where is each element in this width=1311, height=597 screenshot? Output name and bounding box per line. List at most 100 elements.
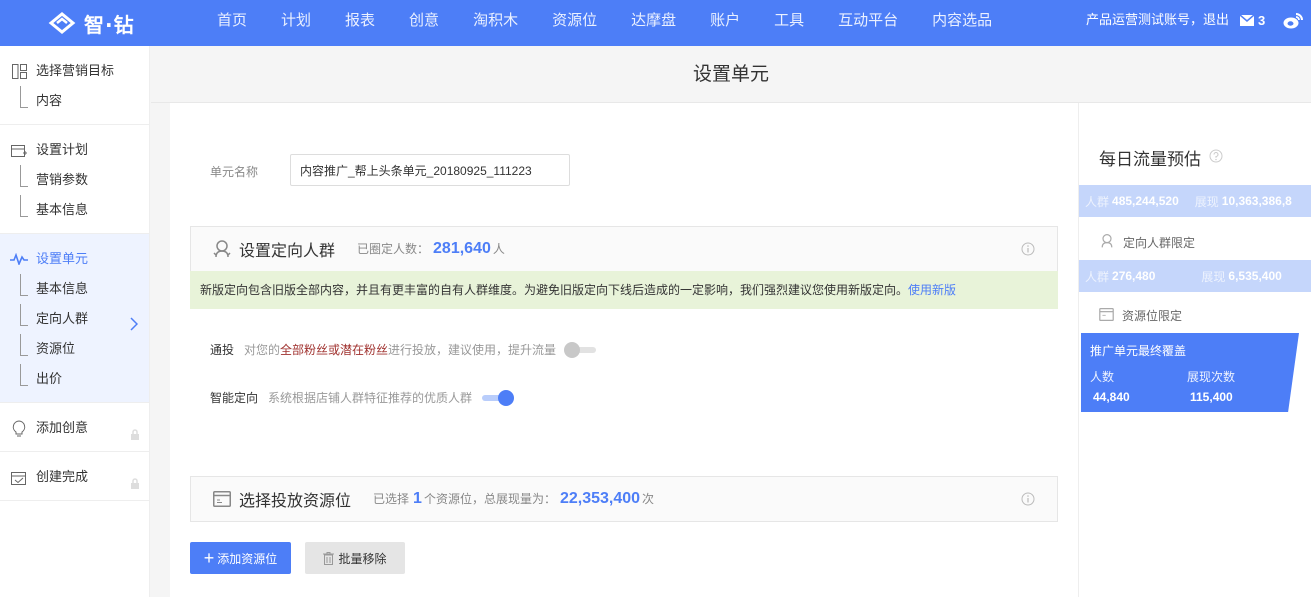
sidebar-subitem-label: 定向人群	[36, 311, 89, 326]
sidebar-subitem-plan-basic-info[interactable]: 基本信息	[0, 195, 149, 225]
sidebar-group-complete: 创建完成	[0, 452, 149, 501]
smart-toggle[interactable]	[482, 389, 515, 406]
final-coverage-card: 推广单元最终覆盖 人数 展现次数 44,840 115,400	[1081, 333, 1299, 412]
stat-label: 人群	[1085, 269, 1110, 284]
nav-item-account[interactable]: 账户	[693, 0, 757, 46]
sidebar-item-marketing-goal[interactable]: 选择营销目标	[0, 56, 149, 86]
bulb-icon	[10, 419, 28, 437]
stat-value: 485,244,520	[1112, 194, 1179, 208]
sidebar-group-marketing-goal: 选择营销目标 内容	[0, 46, 149, 125]
account-logout-link[interactable]: 产品运营测试账号，退出	[1086, 0, 1229, 46]
mail-button[interactable]: 3	[1240, 13, 1265, 28]
stat-label: 展现	[1194, 194, 1219, 209]
add-placement-button[interactable]: + 添加资源位	[190, 542, 291, 574]
mail-count: 3	[1258, 13, 1266, 28]
plan-icon	[10, 141, 28, 159]
placement-selected-count: 1	[413, 490, 422, 507]
question-icon[interactable]	[1209, 148, 1223, 168]
sidebar-item-label: 添加创意	[36, 420, 89, 435]
nav-item-interactive[interactable]: 互动平台	[821, 0, 915, 46]
unit-name-input[interactable]	[290, 154, 570, 186]
option-description: 系统根据店铺人群特征推荐的优质人群	[268, 391, 473, 405]
sidebar-subitem-placement[interactable]: 资源位	[0, 334, 149, 364]
sidebar-subitem-targeting[interactable]: 定向人群	[0, 304, 149, 334]
sidebar-group-creative: 添加创意	[0, 403, 149, 452]
general-toggle[interactable]	[564, 341, 597, 358]
sidebar-item-plan[interactable]: 设置计划	[0, 135, 149, 165]
option-description: 对您的全部粉丝或潜在粉丝进行投放，建议使用，提升流量	[244, 341, 556, 358]
stat-label: 人群	[1085, 194, 1110, 209]
placement-icon	[1099, 307, 1114, 324]
sidebar-item-complete[interactable]: 创建完成	[0, 462, 149, 492]
batch-remove-button[interactable]: 批量移除	[305, 542, 405, 574]
placement-selected-unit: 个资源位，总展现量为：	[423, 492, 556, 506]
sidebar-item-label: 创建完成	[36, 469, 89, 484]
logo-text: 智·钻	[84, 12, 135, 37]
option-general: 通投 对您的全部粉丝或潜在粉丝进行投放，建议使用，提升流量	[210, 341, 597, 358]
sidebar-subitem-marketing-params[interactable]: 营销参数	[0, 165, 149, 195]
notice-text: 新版定向包含旧版全部内容，并且有更丰富的自有人群维度。为避免旧版定向下线后造成的…	[200, 283, 909, 297]
nav-item-creative[interactable]: 创意	[392, 0, 456, 46]
sidebar-group-unit: 设置单元 基本信息 定向人群 资源位 出价	[0, 234, 149, 403]
placement-impressions-unit: 次	[642, 492, 655, 506]
weibo-button[interactable]	[1283, 12, 1303, 33]
targeting-count: 已圈定人数： 281,640 人	[357, 240, 505, 258]
sidebar-subitem-unit-basic-info[interactable]: 基本信息	[0, 274, 149, 304]
info-icon[interactable]	[1021, 492, 1035, 509]
targeting-count-label: 已圈定人数：	[357, 242, 430, 256]
option-desc-text: 对您的	[244, 343, 281, 357]
top-navigation-bar: 智·钻 首页 计划 报表 创意 淘积木 资源位 达摩盘 账户 工具 互动平台 内…	[0, 0, 1311, 46]
targeting-count-unit: 人	[492, 242, 505, 256]
targeting-limit: 定向人群限定	[1099, 233, 1195, 252]
forecast-total-row: 人群 485,244,520 展现 10,363,386,8	[1079, 185, 1311, 217]
placement-limit-label: 资源位限定	[1122, 309, 1183, 323]
nav-item-content-selection[interactable]: 内容选品	[915, 0, 1009, 46]
option-desc-text: 进行投放，建议使用，提升流量	[388, 343, 557, 357]
trash-icon	[323, 551, 335, 565]
button-label: 添加资源位	[217, 551, 278, 566]
final-coverage-title: 推广单元最终覆盖	[1090, 344, 1187, 358]
button-label: 批量移除	[338, 551, 387, 566]
final-impressions-value: 115,400	[1190, 390, 1233, 404]
info-icon[interactable]	[1021, 242, 1035, 259]
sidebar-subitem-content[interactable]: 内容	[0, 86, 149, 116]
sidebar-item-unit[interactable]: 设置单元	[0, 244, 149, 274]
sidebar-subitem-bid[interactable]: 出价	[0, 364, 149, 394]
final-people-value: 44,840	[1093, 390, 1130, 404]
nav-item-placement[interactable]: 资源位	[535, 0, 614, 46]
mail-icon	[1240, 15, 1254, 26]
logo[interactable]: 智·钻	[48, 9, 135, 37]
unit-name-label: 单元名称	[210, 165, 259, 179]
option-label: 智能定向	[210, 391, 259, 405]
use-new-version-link[interactable]: 使用新版	[908, 283, 956, 297]
nav-item-plan[interactable]: 计划	[264, 0, 328, 46]
targeting-count-value: 281,640	[433, 240, 491, 257]
stat-value: 276,480	[1112, 269, 1156, 283]
forecast-targeting-row: 人群 276,480 展现 6,535,400	[1079, 260, 1311, 292]
sidebar-item-label: 设置计划	[36, 142, 89, 157]
stat-label: 展现	[1201, 269, 1226, 284]
placement-limit: 资源位限定	[1099, 307, 1182, 324]
nav-item-taojimu[interactable]: 淘积木	[456, 0, 535, 46]
nav-item-report[interactable]: 报表	[328, 0, 392, 46]
lock-icon	[130, 470, 140, 500]
nav-item-damopan[interactable]: 达摩盘	[614, 0, 693, 46]
forecast-title: 每日流量预估	[1099, 145, 1223, 170]
option-desc-highlight: 全部粉丝或潜在粉丝	[280, 343, 389, 357]
stat-value: 10,363,386,8	[1221, 194, 1292, 208]
stat-value: 6,535,400	[1228, 269, 1282, 283]
sidebar-item-label: 设置单元	[36, 251, 89, 266]
crowd-icon	[1099, 233, 1115, 252]
toggle-knob	[564, 341, 581, 358]
sidebar-item-add-creative[interactable]: 添加创意	[0, 413, 149, 443]
lock-icon	[130, 421, 140, 451]
placement-total-impressions: 22,353,400	[559, 490, 641, 507]
logo-icon	[48, 12, 76, 34]
nav-item-home[interactable]: 首页	[200, 0, 264, 46]
sidebar-group-plan: 设置计划 营销参数 基本信息	[0, 125, 149, 234]
placement-summary: 已选择 1 个资源位，总展现量为： 22,353,400 次	[373, 490, 654, 508]
nav-item-tools[interactable]: 工具	[757, 0, 821, 46]
page-title: 设置单元	[151, 46, 1311, 103]
targeting-title: 设置定向人群	[239, 243, 336, 260]
pulse-icon	[10, 250, 28, 268]
